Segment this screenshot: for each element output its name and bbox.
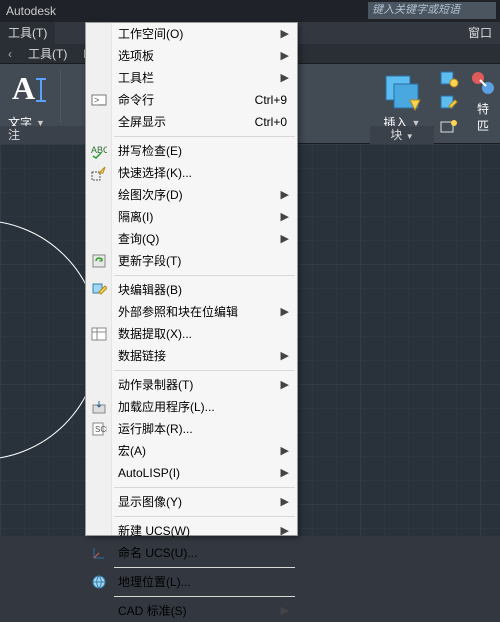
ribbon-panel-block: 插入▼ 块 ▼: [370, 64, 434, 144]
menu-loadapp[interactable]: 加载应用程序(L)...: [86, 396, 297, 418]
shortcut-label: Ctrl+9: [255, 89, 287, 111]
text-cursor-icon: [34, 78, 48, 102]
menu-updatefields[interactable]: 更新字段(T): [86, 250, 297, 272]
menu-palettes[interactable]: 选项板▶: [86, 45, 297, 67]
menu-cleanscreen[interactable]: 全屏显示Ctrl+0: [86, 111, 297, 133]
menu-separator: [114, 136, 295, 137]
dataextract-icon: [91, 326, 107, 342]
menu-separator: [114, 370, 295, 371]
ribbon-group-annotation-label: 注: [0, 126, 92, 144]
svg-text:SCR: SCR: [95, 425, 107, 434]
menu-isolate[interactable]: 隔离(I)▶: [86, 206, 297, 228]
tab-tools[interactable]: 工具(T): [20, 44, 75, 64]
menu-cadstandards[interactable]: CAD 标准(S)▶: [86, 600, 297, 622]
ribbon-block-tools: [434, 68, 464, 138]
menu-blockeditor[interactable]: 块编辑器(B): [86, 279, 297, 301]
svg-text:>_: >_: [94, 95, 105, 105]
spellcheck-icon: ABC: [91, 143, 107, 159]
menu-displayimage[interactable]: 显示图像(Y)▶: [86, 491, 297, 513]
ucs-icon: [91, 545, 107, 561]
menu-separator: [114, 487, 295, 488]
menu-inquiry[interactable]: 查询(Q)▶: [86, 228, 297, 250]
app-name: Autodesk: [0, 4, 56, 18]
submenu-arrow-icon: ▶: [281, 345, 289, 367]
menu-separator: [114, 516, 295, 517]
submenu-arrow-icon: ▶: [281, 374, 289, 396]
submenu-arrow-icon: ▶: [281, 67, 289, 89]
submenu-arrow-icon: ▶: [281, 491, 289, 513]
edit-block-button[interactable]: [434, 92, 464, 114]
updatefields-icon: [91, 253, 107, 269]
create-block-button[interactable]: [434, 68, 464, 90]
chevron-left-icon: ‹: [8, 47, 12, 61]
text-A-icon: A: [12, 70, 35, 107]
ribbon-group-block-label: 块 ▼: [370, 126, 434, 144]
menu-separator: [114, 567, 295, 568]
insert-block-button[interactable]: [380, 70, 422, 112]
loadapp-icon: [91, 399, 107, 415]
chevron-down-icon: ▼: [406, 132, 414, 141]
menu-toolbars[interactable]: 工具栏▶: [86, 67, 297, 89]
menu-namedUcs[interactable]: 命名 UCS(U)...: [86, 542, 297, 564]
menu-dataextract[interactable]: 数据提取(X)...: [86, 323, 297, 345]
menu-separator: [114, 275, 295, 276]
block-create-icon: [439, 70, 459, 88]
globe-icon: [91, 574, 107, 590]
runscript-icon: SCR: [91, 421, 107, 437]
menu-quickselect[interactable]: 快速选择(K)...: [86, 162, 297, 184]
menu-separator: [114, 596, 295, 597]
menu-xrefblockedit[interactable]: 外部参照和块在位编辑▶: [86, 301, 297, 323]
block-attr-icon: [439, 118, 459, 136]
blockeditor-icon: [91, 282, 107, 298]
submenu-arrow-icon: ▶: [281, 440, 289, 462]
submenu-arrow-icon: ▶: [281, 301, 289, 323]
match-properties-button[interactable]: [466, 70, 500, 96]
submenu-arrow-icon: ▶: [281, 206, 289, 228]
menu-macro[interactable]: 宏(A)▶: [86, 440, 297, 462]
quickselect-icon: [91, 165, 107, 181]
menu-tools[interactable]: 工具(T): [0, 22, 55, 44]
commandline-icon: >_: [91, 92, 107, 108]
submenu-arrow-icon: ▶: [281, 600, 289, 622]
submenu-arrow-icon: ▶: [281, 520, 289, 542]
tab-prev-button[interactable]: ‹: [0, 44, 20, 64]
menu-newucs[interactable]: 新建 UCS(W)▶: [86, 520, 297, 542]
tools-menu-dropdown: 工作空间(O)▶ 选项板▶ 工具栏▶ >_ 命令行Ctrl+9 全屏显示Ctrl…: [85, 22, 298, 536]
menu-runscript[interactable]: SCR 运行脚本(R)...: [86, 418, 297, 440]
menu-geolocation[interactable]: 地理位置(L)...: [86, 571, 297, 593]
ribbon-special-label: 特: [466, 100, 500, 117]
multiline-text-button[interactable]: A: [12, 70, 54, 112]
submenu-arrow-icon: ▶: [281, 462, 289, 484]
menu-actionrecorder[interactable]: 动作录制器(T)▶: [86, 374, 297, 396]
menu-datalinks[interactable]: 数据链接▶: [86, 345, 297, 367]
match-properties-icon: [470, 70, 496, 96]
submenu-arrow-icon: ▶: [281, 23, 289, 45]
insert-block-icon: [380, 70, 422, 112]
menu-autolisp[interactable]: AutoLISP(I)▶: [86, 462, 297, 484]
submenu-arrow-icon: ▶: [281, 228, 289, 250]
menu-commandline[interactable]: >_ 命令行Ctrl+9: [86, 89, 297, 111]
edit-attributes-button[interactable]: [434, 116, 464, 138]
shortcut-label: Ctrl+0: [255, 111, 287, 133]
menu-spellcheck[interactable]: ABC 拼写检查(E): [86, 140, 297, 162]
ribbon-panel-properties: 特 匹: [466, 64, 500, 144]
submenu-arrow-icon: ▶: [281, 45, 289, 67]
block-edit-icon: [439, 94, 459, 112]
menu-window[interactable]: 窗口: [460, 22, 500, 44]
submenu-arrow-icon: ▶: [281, 184, 289, 206]
ribbon-spec2-label: 匹: [466, 117, 500, 134]
svg-text:ABC: ABC: [91, 145, 107, 155]
menu-draworder[interactable]: 绘图次序(D)▶: [86, 184, 297, 206]
help-search-input[interactable]: 键入关键字或短语: [368, 2, 496, 19]
menu-workspace[interactable]: 工作空间(O)▶: [86, 23, 297, 45]
ribbon-panel-text: A 文字▼ 注: [0, 64, 92, 144]
